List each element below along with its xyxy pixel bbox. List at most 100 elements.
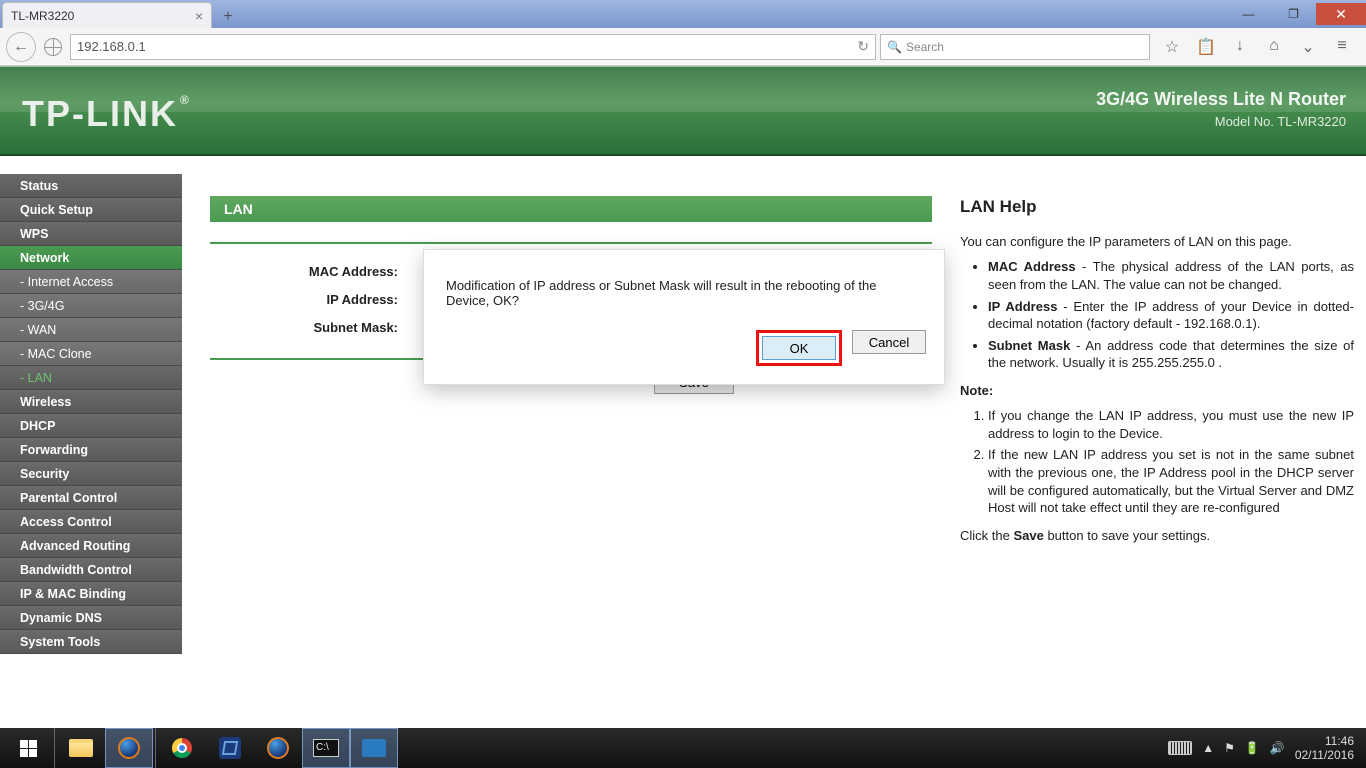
sidebar-item-label: - 3G/4G	[20, 299, 64, 313]
sidebar-item--wan[interactable]: - WAN	[0, 318, 182, 342]
virtualbox-icon	[219, 737, 241, 759]
sidebar-item-status[interactable]: Status	[0, 174, 182, 198]
tray-volume-icon[interactable]: 🔊	[1270, 741, 1285, 755]
sidebar-item-forwarding[interactable]: Forwarding	[0, 438, 182, 462]
bookmark-star-icon[interactable]: ☆	[1162, 37, 1182, 57]
sidebar-item--3g-4g[interactable]: - 3G/4G	[0, 294, 182, 318]
sidebar-item-system-tools[interactable]: System Tools	[0, 630, 182, 654]
reload-icon[interactable]: ↻	[857, 38, 869, 55]
clipboard-icon[interactable]: 📋	[1196, 37, 1216, 57]
ok-button[interactable]: OK	[762, 336, 836, 360]
sidebar-item-bandwidth-control[interactable]: Bandwidth Control	[0, 558, 182, 582]
browser-tab[interactable]: TL-MR3220 ×	[2, 2, 212, 28]
help-panel: LAN Help You can configure the IP parame…	[946, 156, 1366, 728]
sidebar-item-label: Security	[20, 467, 69, 481]
clock-time: 11:46	[1295, 734, 1354, 748]
menu-icon[interactable]: ≡	[1332, 37, 1352, 57]
sidebar: Status Quick Setup WPS Network - Internet Ac…	[0, 156, 182, 728]
pocket-icon[interactable]: ⌄	[1298, 37, 1318, 57]
sidebar-item-parental-control[interactable]: Parental Control	[0, 486, 182, 510]
site-identity-icon[interactable]	[44, 38, 62, 56]
keyboard-icon[interactable]	[1168, 741, 1192, 755]
taskbar-clock[interactable]: 11:46 02/11/2016	[1295, 734, 1354, 763]
sidebar-item-label: Advanced Routing	[20, 539, 130, 553]
sidebar-item-label: Bandwidth Control	[20, 563, 132, 577]
page-content: TP-LINK® 3G/4G Wireless Lite N Router Mo…	[0, 66, 1366, 728]
tab-title: TL-MR3220	[11, 9, 74, 23]
taskbar-monitor[interactable]	[350, 728, 398, 768]
taskbar: C:\ ▲ ⚑ 🔋 🔊 11:46 02/11/2016	[0, 728, 1366, 768]
window-close-button[interactable]: ✕	[1316, 3, 1366, 25]
sidebar-item-label: Network	[20, 251, 69, 265]
confirm-dialog: Modification of IP address or Subnet Mas…	[424, 250, 944, 384]
tray-battery-icon[interactable]: 🔋	[1245, 741, 1260, 755]
brand-logo: TP-LINK®	[22, 93, 191, 135]
sidebar-item-label: Dynamic DNS	[20, 611, 102, 625]
sidebar-item-network[interactable]: Network	[0, 246, 182, 270]
sidebar-item-label: DHCP	[20, 419, 55, 433]
search-placeholder: Search	[906, 40, 944, 54]
sidebar-item--mac-clone[interactable]: - MAC Clone	[0, 342, 182, 366]
sidebar-item-wireless[interactable]: Wireless	[0, 390, 182, 414]
sidebar-item-quick-setup[interactable]: Quick Setup	[0, 198, 182, 222]
home-icon[interactable]: ⌂	[1264, 37, 1284, 57]
help-note-1: If you change the LAN IP address, you mu…	[988, 407, 1354, 442]
help-bullet-mac: MAC Address - The physical address of th…	[988, 258, 1354, 293]
sidebar-item-label: Parental Control	[20, 491, 117, 505]
sidebar-item-security[interactable]: Security	[0, 462, 182, 486]
mac-address-label: MAC Address:	[210, 264, 408, 279]
sidebar-item-label: Status	[20, 179, 58, 193]
new-tab-button[interactable]: +	[216, 6, 240, 28]
chrome-icon	[172, 738, 192, 758]
taskbar-chrome[interactable]	[158, 728, 206, 768]
ip-address-label: IP Address:	[210, 292, 408, 307]
taskbar-firefox-active[interactable]	[105, 728, 153, 768]
sidebar-item-wps[interactable]: WPS	[0, 222, 182, 246]
sidebar-item-label: IP & MAC Binding	[20, 587, 126, 601]
back-button[interactable]: ←	[6, 32, 36, 62]
sidebar-item-dhcp[interactable]: DHCP	[0, 414, 182, 438]
help-bullet-mask: Subnet Mask - An address code that deter…	[988, 337, 1354, 372]
taskbar-virtualbox[interactable]	[206, 728, 254, 768]
window-maximize-button[interactable]: ❐	[1271, 3, 1316, 25]
close-tab-icon[interactable]: ×	[195, 8, 203, 24]
sidebar-item-ip-mac-binding[interactable]: IP & MAC Binding	[0, 582, 182, 606]
sidebar-item-label: Wireless	[20, 395, 71, 409]
sidebar-item-label: WPS	[20, 227, 48, 241]
tray-up-icon[interactable]: ▲	[1202, 741, 1214, 755]
start-button[interactable]	[4, 728, 52, 768]
firefox-icon	[267, 737, 289, 759]
sidebar-item-label: Forwarding	[20, 443, 88, 457]
downloads-icon[interactable]: ↓	[1230, 37, 1250, 57]
sidebar-item--lan[interactable]: - LAN	[0, 366, 182, 390]
model-number: Model No. TL-MR3220	[1096, 114, 1346, 129]
window-minimize-button[interactable]: —	[1226, 3, 1271, 25]
router-header: TP-LINK® 3G/4G Wireless Lite N Router Mo…	[0, 66, 1366, 156]
sidebar-item-label: - WAN	[20, 323, 56, 337]
sidebar-item-dynamic-dns[interactable]: Dynamic DNS	[0, 606, 182, 630]
taskbar-cmd[interactable]: C:\	[302, 728, 350, 768]
sidebar-item-label: System Tools	[20, 635, 100, 649]
url-text: 192.168.0.1	[77, 39, 146, 54]
help-title: LAN Help	[960, 196, 1354, 219]
sidebar-item-access-control[interactable]: Access Control	[0, 510, 182, 534]
tray-action-center-icon[interactable]: ⚑	[1224, 741, 1235, 755]
sidebar-item-label: - Internet Access	[20, 275, 113, 289]
sidebar-item-advanced-routing[interactable]: Advanced Routing	[0, 534, 182, 558]
sidebar-item--internet-access[interactable]: - Internet Access	[0, 270, 182, 294]
url-bar[interactable]: 192.168.0.1 ↻	[70, 34, 876, 60]
ok-highlight: OK	[756, 330, 842, 366]
windows-icon	[20, 740, 37, 757]
sidebar-item-label: - MAC Clone	[20, 347, 92, 361]
cmd-icon: C:\	[313, 739, 339, 757]
sidebar-item-label: - LAN	[20, 371, 52, 385]
help-note-2: If the new LAN IP address you set is not…	[988, 446, 1354, 516]
help-bullet-ip: IP Address - Enter the IP address of you…	[988, 298, 1354, 333]
cancel-button[interactable]: Cancel	[852, 330, 926, 354]
browser-toolbar: ← 192.168.0.1 ↻ 🔍 Search ☆ 📋 ↓ ⌂ ⌄ ≡	[0, 28, 1366, 66]
firefox-icon	[118, 737, 140, 759]
taskbar-explorer[interactable]	[57, 728, 105, 768]
taskbar-firefox[interactable]	[254, 728, 302, 768]
dialog-message: Modification of IP address or Subnet Mas…	[424, 250, 944, 320]
search-bar[interactable]: 🔍 Search	[880, 34, 1150, 60]
